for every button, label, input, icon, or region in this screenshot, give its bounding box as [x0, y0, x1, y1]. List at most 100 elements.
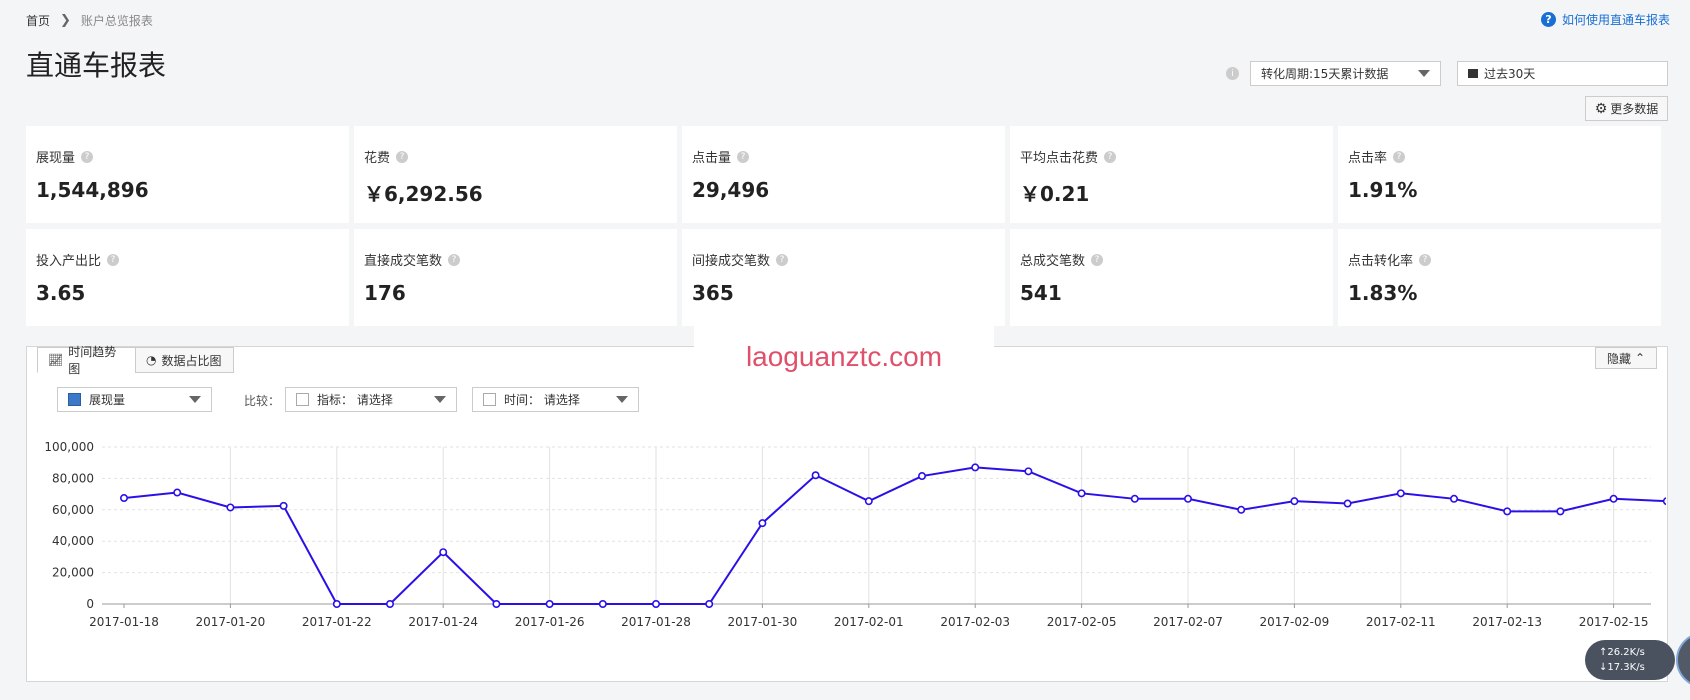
tab-data-share[interactable]: ◔ 数据占比图 — [135, 347, 234, 373]
compare-time-select[interactable]: 时间： 请选择 — [472, 387, 639, 412]
question-icon[interactable]: ? — [1419, 253, 1432, 266]
metric-card: 点击率? 1.91% — [1338, 126, 1661, 223]
hide-chart-button[interactable]: 隐藏 ⌃ — [1595, 347, 1657, 369]
metric-card: 平均点击花费? ￥0.21 — [1010, 126, 1333, 223]
help-link[interactable]: ? 如何使用直通车报表 — [1540, 11, 1670, 28]
metric-value: 29,496 — [692, 178, 770, 202]
info-icon[interactable]: i — [1226, 67, 1239, 80]
data-point — [917, 472, 926, 481]
data-point — [1290, 497, 1299, 506]
series-color-swatch — [68, 393, 81, 406]
metric-label-text: 间接成交笔数 — [692, 254, 771, 269]
x-tick-label: 2017-01-26 — [515, 615, 585, 629]
network-speed-widget: ↑26.2K/s ↓17.3K/s 28 — [1585, 632, 1690, 688]
metric-card: 花费? ￥6,292.56 — [354, 126, 677, 223]
y-tick-label: 20,000 — [52, 566, 94, 580]
question-icon[interactable]: ? — [448, 253, 461, 266]
metric-label: 展现量? — [36, 147, 94, 166]
chevron-right-icon: ❯ — [60, 13, 71, 28]
data-point — [385, 600, 394, 609]
data-point — [279, 501, 288, 510]
line-chart: 0 20,000 40,000 60,000 80,000 100,000 2017-01-… — [44, 440, 1666, 629]
calendar-icon — [1468, 69, 1478, 78]
watermark: laoguanztc.com — [694, 315, 994, 399]
data-point — [1503, 507, 1512, 516]
download-speed-value: 17.3 — [1607, 662, 1630, 673]
data-point — [492, 600, 501, 609]
metric-label-text: 平均点击花费 — [1020, 151, 1099, 166]
data-point — [971, 463, 980, 472]
metric-label: 点击量? — [692, 147, 750, 166]
conversion-period-select[interactable]: 转化周期:15天累计数据 — [1250, 61, 1441, 86]
metric-label-text: 点击率 — [1348, 151, 1388, 166]
metric-label: 花费? — [364, 147, 409, 166]
help-link-label: 如何使用直通车报表 — [1561, 13, 1670, 27]
y-tick-label: 40,000 — [52, 534, 94, 548]
metric-card: 总成交笔数? 541 — [1010, 229, 1333, 326]
metric-label-text: 点击转化率 — [1348, 254, 1414, 269]
metric-label-text: 花费 — [364, 151, 391, 166]
question-icon[interactable]: ? — [1104, 150, 1117, 163]
date-range-value: 过去30天 — [1484, 67, 1536, 81]
data-point — [811, 471, 820, 480]
data-point — [1396, 489, 1405, 498]
x-tick-label: 2017-01-24 — [408, 615, 478, 629]
compare-metric-checkbox[interactable] — [296, 393, 309, 406]
chevron-down-icon — [1418, 70, 1430, 77]
question-icon[interactable]: ? — [737, 150, 750, 163]
data-point — [332, 600, 341, 609]
metric-value: 176 — [364, 281, 406, 305]
chevron-down-icon — [189, 396, 201, 403]
breadcrumb-home[interactable]: 首页 — [26, 12, 50, 29]
data-point — [1237, 505, 1246, 514]
compare-label: 比较： — [244, 394, 281, 408]
question-icon[interactable]: ? — [1091, 253, 1104, 266]
upload-speed-value: 26.2 — [1607, 647, 1630, 658]
download-speed: ↓17.3K/s — [1599, 662, 1645, 673]
question-icon[interactable]: ? — [1393, 150, 1406, 163]
question-icon[interactable]: ? — [81, 150, 94, 163]
tab-time-trend[interactable]: 📈︎ 时间趋势图 — [37, 345, 136, 376]
metric-value: 365 — [692, 281, 734, 305]
question-icon[interactable]: ? — [776, 253, 789, 266]
question-icon[interactable]: ? — [107, 253, 120, 266]
x-tick-label: 2017-02-15 — [1579, 615, 1649, 629]
more-data-button[interactable]: ⚙ 更多数据 — [1585, 96, 1668, 121]
metric-label: 总成交笔数? — [1020, 250, 1104, 269]
metric-card: 间接成交笔数? 365 — [682, 229, 1005, 326]
data-point — [1450, 494, 1459, 503]
metric-card: 直接成交笔数? 176 — [354, 229, 677, 326]
data-point — [439, 548, 448, 557]
compare-time-checkbox[interactable] — [483, 393, 496, 406]
metric-value: 1,544,896 — [36, 178, 149, 202]
data-point — [1343, 499, 1352, 508]
metric-label-text: 投入产出比 — [36, 254, 102, 269]
metric-value: 1.91% — [1348, 178, 1418, 202]
more-data-label: 更多数据 — [1610, 102, 1659, 116]
compare-metric-value: 指标： 请选择 — [317, 393, 393, 407]
metric-label-text: 直接成交笔数 — [364, 254, 443, 269]
data-point — [1184, 494, 1193, 503]
metric-label-text: 总成交笔数 — [1020, 254, 1086, 269]
compare-time-value: 时间： 请选择 — [504, 393, 580, 407]
date-range-select[interactable]: 过去30天 — [1457, 61, 1668, 86]
x-tick-label: 2017-02-01 — [834, 615, 904, 629]
y-tick-label: 0 — [86, 597, 94, 611]
metric-card: 展现量? 1,544,896 — [26, 126, 349, 223]
x-tick-label: 2017-02-13 — [1472, 615, 1542, 629]
upload-speed-unit: K/s — [1629, 647, 1645, 658]
metric-label: 点击率? — [1348, 147, 1406, 166]
metric-label: 直接成交笔数? — [364, 250, 461, 269]
x-tick-label: 2017-01-18 — [89, 615, 159, 629]
data-point — [1609, 494, 1618, 503]
x-tick-label: 2017-01-20 — [196, 615, 266, 629]
data-point — [705, 600, 714, 609]
metric-select[interactable]: 展现量 — [57, 387, 212, 412]
data-point — [120, 494, 129, 503]
compare-metric-select[interactable]: 指标： 请选择 — [285, 387, 457, 412]
metric-label-text: 点击量 — [692, 151, 732, 166]
metric-value: 3.65 — [36, 281, 86, 305]
metric-card: 投入产出比? 3.65 — [26, 229, 349, 326]
question-icon[interactable]: ? — [396, 150, 409, 163]
breadcrumb-current: 账户总览报表 — [80, 14, 153, 28]
